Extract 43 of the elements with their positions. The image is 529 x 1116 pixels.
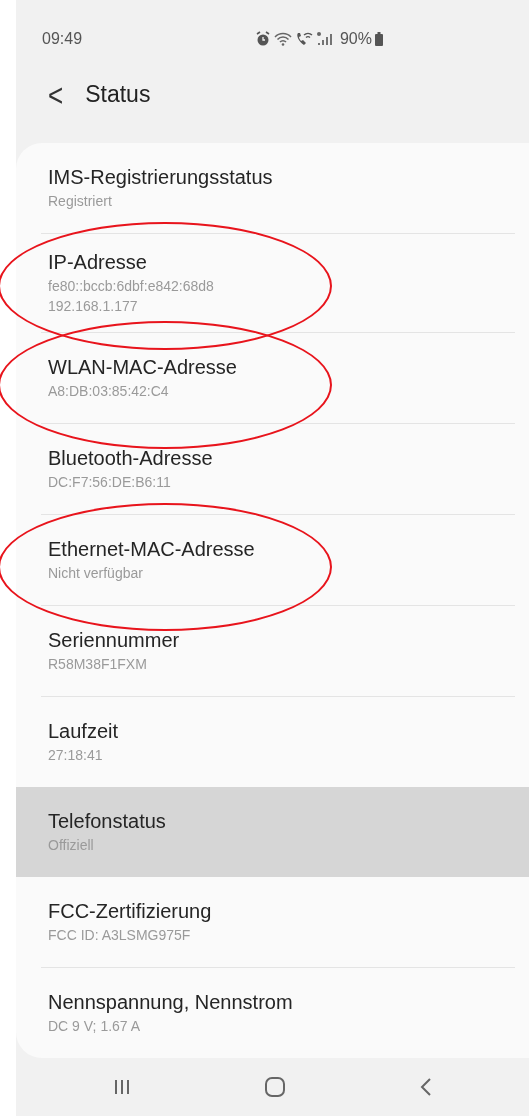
item-value: DC 9 V; 1.67 A: [48, 1016, 142, 1036]
status-list-item[interactable]: WLAN-MAC-Adresse A8:DB:03:85:42:C4: [16, 332, 529, 423]
item-value: fe80::bccb:6dbf:e842:68d8: [48, 276, 215, 296]
wifi-call-icon: [294, 30, 313, 47]
item-title: Bluetooth-Adresse: [48, 445, 214, 471]
item-title: IP-Adresse: [48, 249, 148, 275]
status-list-item[interactable]: FCC-Zertifizierung FCC ID: A3LSMG975F: [16, 876, 529, 967]
page-title: Status: [85, 81, 151, 109]
item-value: 192.168.1.177: [48, 296, 139, 316]
item-title: IMS-Registrierungsstatus: [48, 164, 274, 190]
alarm-icon: [254, 30, 271, 47]
item-value: 27:18:41: [48, 745, 104, 765]
item-title: Telefonstatus: [48, 808, 167, 834]
clock-time: 09:49: [42, 29, 84, 48]
status-list-item[interactable]: Bluetooth-Adresse DC:F7:56:DE:B6:11: [16, 423, 529, 514]
back-icon: [418, 1076, 433, 1097]
status-list-item[interactable]: Laufzeit 27:18:41: [16, 696, 529, 787]
item-title: Seriennummer: [48, 627, 181, 653]
signal-icon: [315, 30, 334, 47]
item-value: Offiziell: [48, 835, 95, 855]
battery-percent: 90%: [339, 29, 372, 48]
item-value: FCC ID: A3LSMG975F: [48, 925, 192, 945]
status-list-item[interactable]: IP-Adresse fe80::bccb:6dbf:e842:68d8 192.168.1.177: [16, 233, 529, 332]
item-title: Nennspannung, Nennstrom: [48, 989, 294, 1015]
item-value: A8:DB:03:85:42:C4: [48, 381, 170, 401]
wifi-icon: [273, 31, 292, 46]
status-list-item[interactable]: IMS-Registrierungsstatus Registriert: [16, 142, 529, 233]
home-icon: [263, 1075, 286, 1098]
status-list-item[interactable]: Ethernet-MAC-Adresse Nicht verfügbar: [16, 514, 529, 605]
item-value: DC:F7:56:DE:B6:11: [48, 472, 172, 492]
item-title: WLAN-MAC-Adresse: [48, 354, 238, 380]
back-button[interactable]: <: [48, 79, 64, 111]
recents-icon: [112, 1077, 131, 1096]
item-title: FCC-Zertifizierung: [48, 898, 213, 924]
battery-icon: [375, 31, 383, 46]
status-list-item[interactable]: Telefonstatus Offiziell: [16, 786, 529, 877]
item-title: Laufzeit: [48, 718, 120, 744]
item-value: Registriert: [48, 191, 113, 211]
item-title: Ethernet-MAC-Adresse: [48, 536, 256, 562]
status-list-item[interactable]: Nennspannung, Nennstrom DC 9 V; 1.67 A: [16, 967, 529, 1058]
item-value: Nicht verfügbar: [48, 563, 144, 583]
status-list-item[interactable]: Seriennummer R58M38F1FXM: [16, 605, 529, 696]
item-value: R58M38F1FXM: [48, 654, 148, 674]
